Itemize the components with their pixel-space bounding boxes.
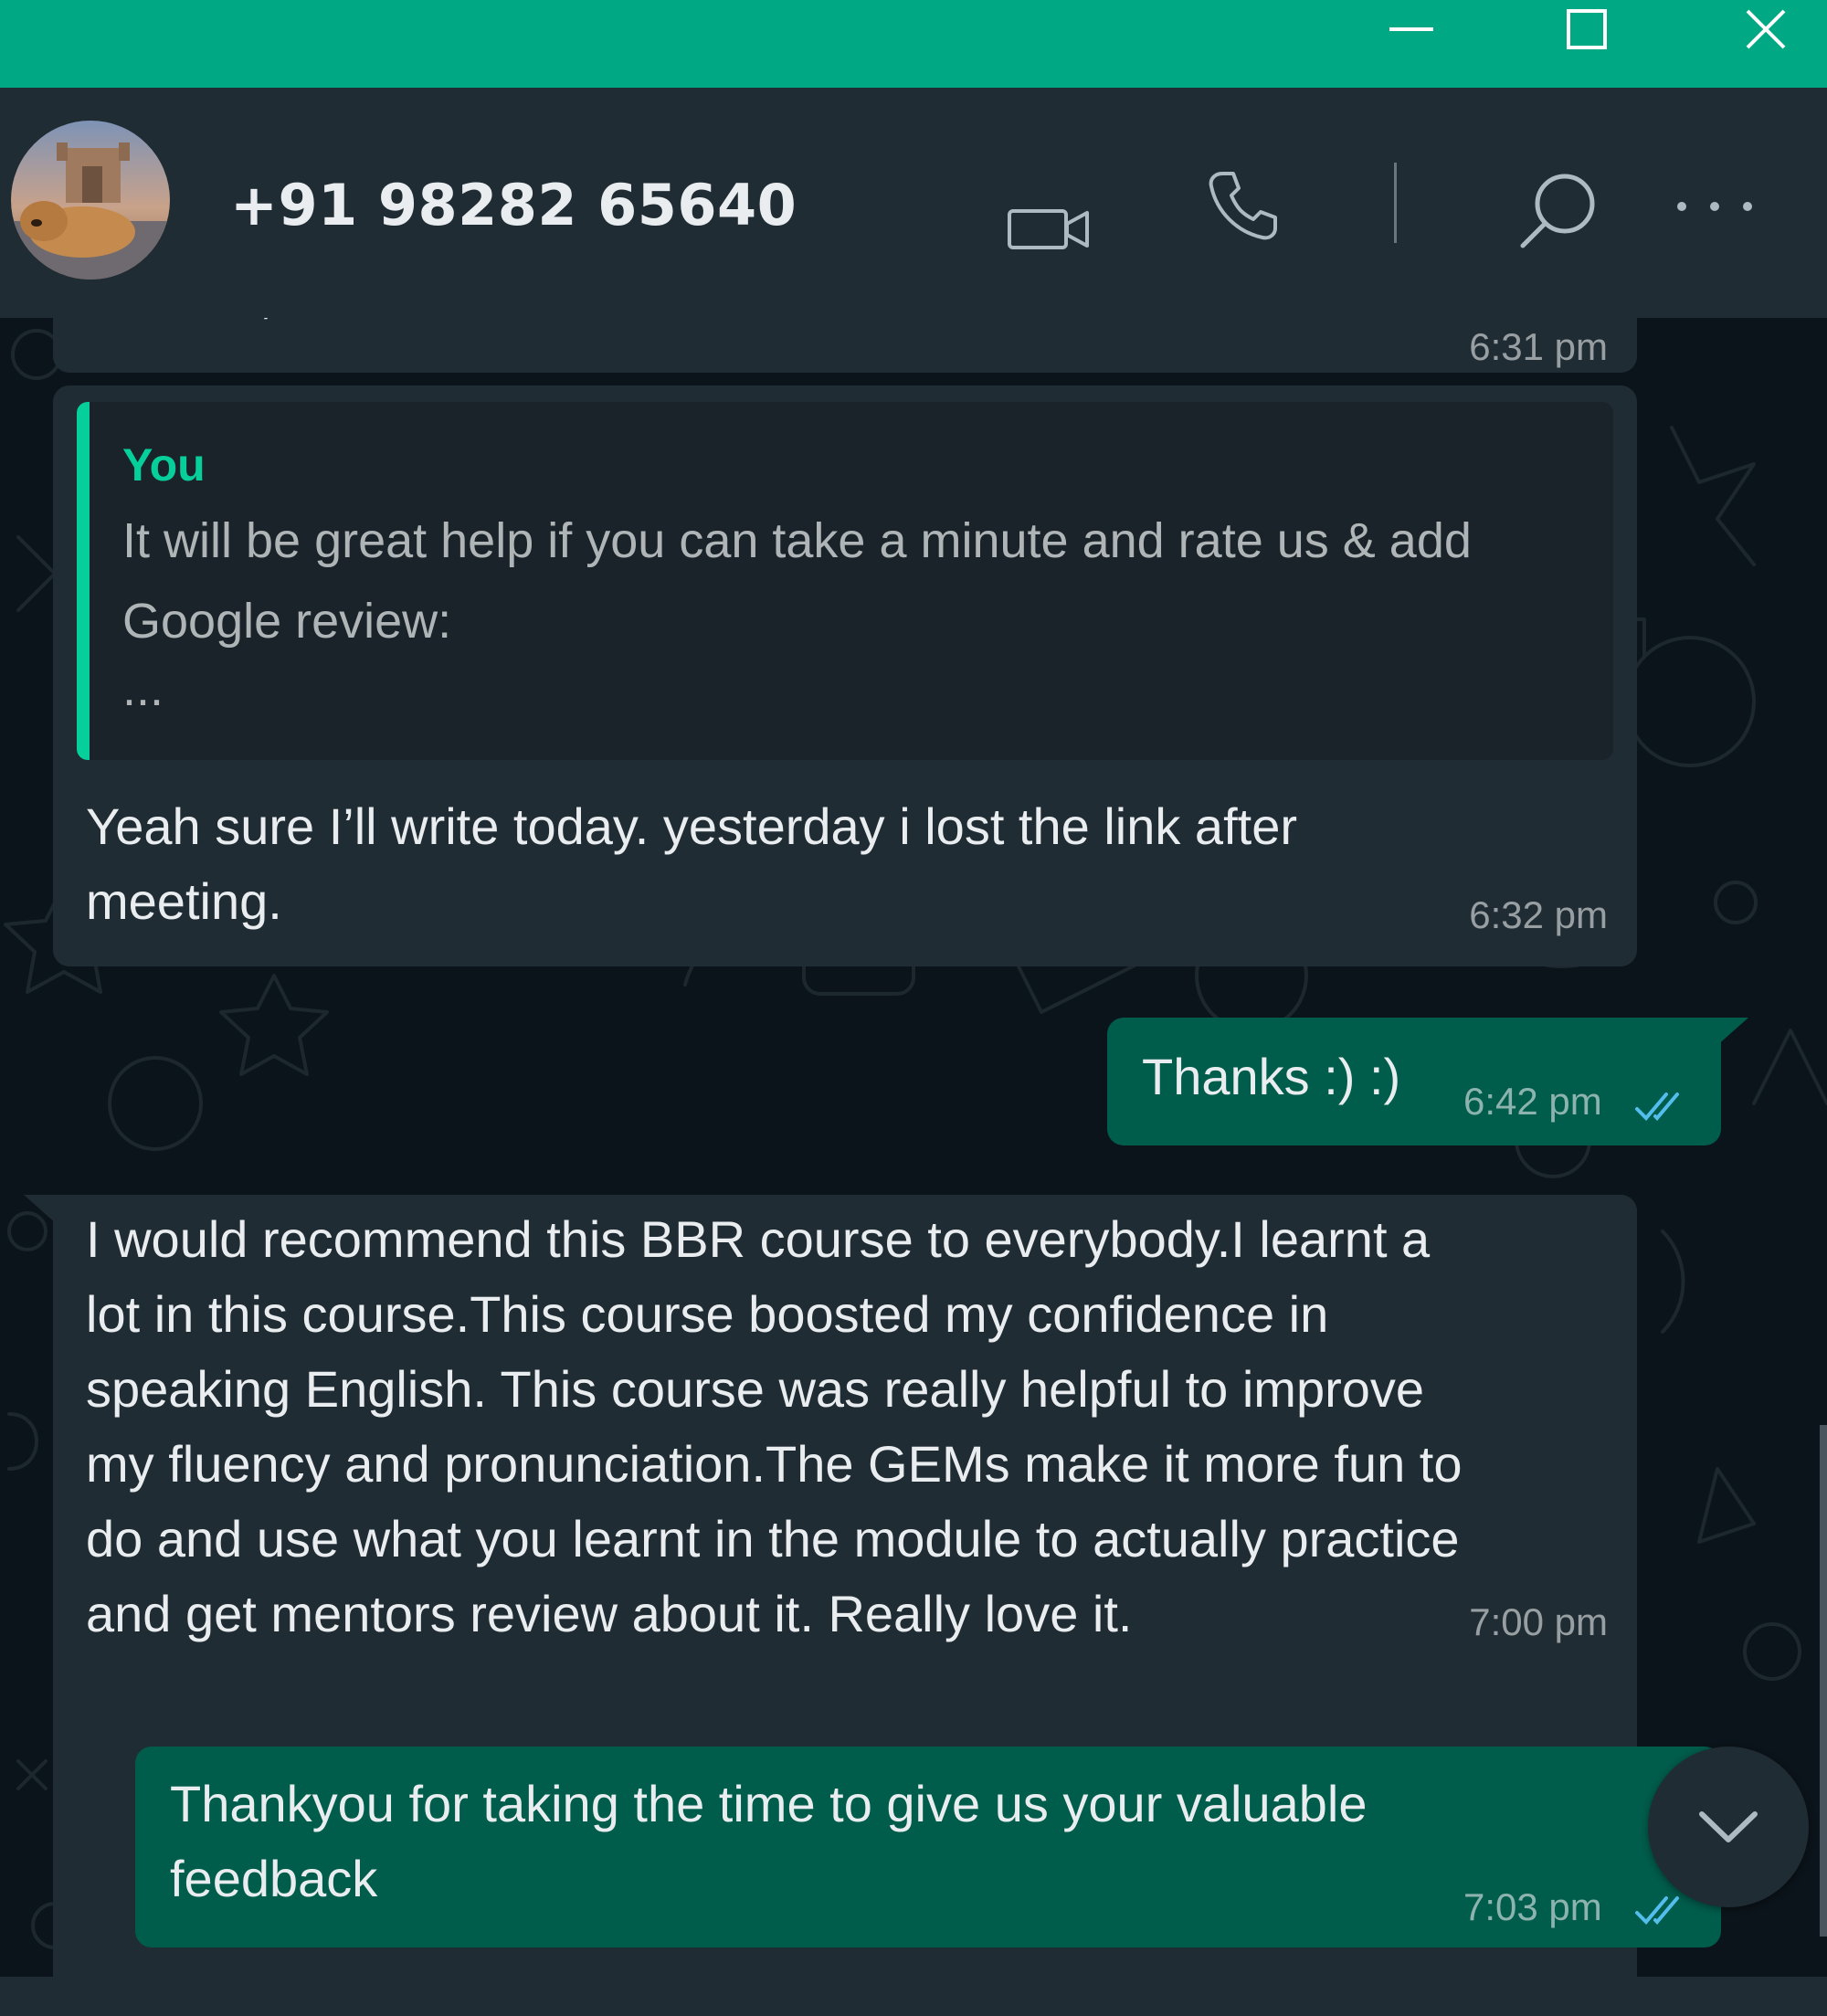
chat-messages[interactable]: Sure sir, I'll send in while. 6:31 pm Su… (0, 318, 1827, 1977)
chat-header: +91 98282 65640 (0, 88, 1827, 318)
quote-accent-bar (77, 402, 90, 760)
avatar[interactable] (11, 121, 170, 280)
video-call-button[interactable] (1005, 197, 1093, 261)
scroll-to-bottom-button[interactable] (1648, 1747, 1809, 1907)
voice-call-button-inner[interactable] (1202, 164, 1284, 247)
message-time: 7:00 pm (1469, 1600, 1608, 1643)
search-button[interactable] (1513, 164, 1604, 256)
bubble-tail (24, 1195, 57, 1224)
minimize-button[interactable] (1352, 0, 1471, 58)
contact-name[interactable]: +91 98282 65640 (230, 172, 797, 238)
message-text-clipped: Sure sir, I'll send in while. (86, 318, 725, 331)
message-outgoing[interactable]: Thankyou for taking the time to give us … (135, 1747, 1721, 1947)
message-text: Yeah sure I’ll write today. yesterday i … (86, 797, 1297, 930)
close-button[interactable] (1706, 0, 1825, 58)
message-time: 7:03 pm (1463, 1885, 1602, 1928)
search-icon (1520, 174, 1595, 248)
message-text: Thankyou for taking the time to give us … (170, 1775, 1368, 1907)
quoted-message[interactable]: You It will be great help if you can tak… (77, 402, 1613, 760)
more-options-button[interactable] (1672, 188, 1758, 225)
minimize-icon (1389, 27, 1433, 31)
bubble-tail (1716, 1018, 1748, 1047)
video-call-icon (1008, 209, 1089, 249)
more-options-icon (1677, 202, 1752, 211)
composer-bar (0, 1977, 1827, 2016)
message-incoming[interactable]: I would recommend this BBR course to eve… (53, 1195, 1637, 1699)
message-time: 6:31 pm (1469, 325, 1608, 368)
chat-scrollbar[interactable] (1820, 1425, 1827, 1937)
message-time: 6:32 pm (1469, 893, 1608, 936)
chevron-down-icon (1699, 1811, 1758, 1842)
message-incoming[interactable]: You It will be great help if you can tak… (53, 385, 1637, 966)
close-icon (1746, 9, 1786, 49)
header-divider (1394, 163, 1397, 243)
window-titlebar (0, 0, 1827, 88)
message-text: I would recommend this BBR course to eve… (86, 1210, 1463, 1642)
read-ticks-icon (1635, 1896, 1679, 1925)
maximize-button[interactable] (1527, 0, 1646, 58)
voice-call-icon (1209, 172, 1277, 240)
quote-text: It will be great help if you can take a … (122, 513, 1472, 716)
message-outgoing[interactable]: Thanks :) :) 6:42 pm (1107, 1018, 1721, 1145)
maximize-icon (1567, 9, 1607, 49)
message-time: 6:42 pm (1463, 1080, 1602, 1123)
read-ticks-icon (1635, 1092, 1679, 1121)
message-text: Thanks :) :) (1142, 1048, 1401, 1105)
quote-author: You (122, 439, 206, 491)
